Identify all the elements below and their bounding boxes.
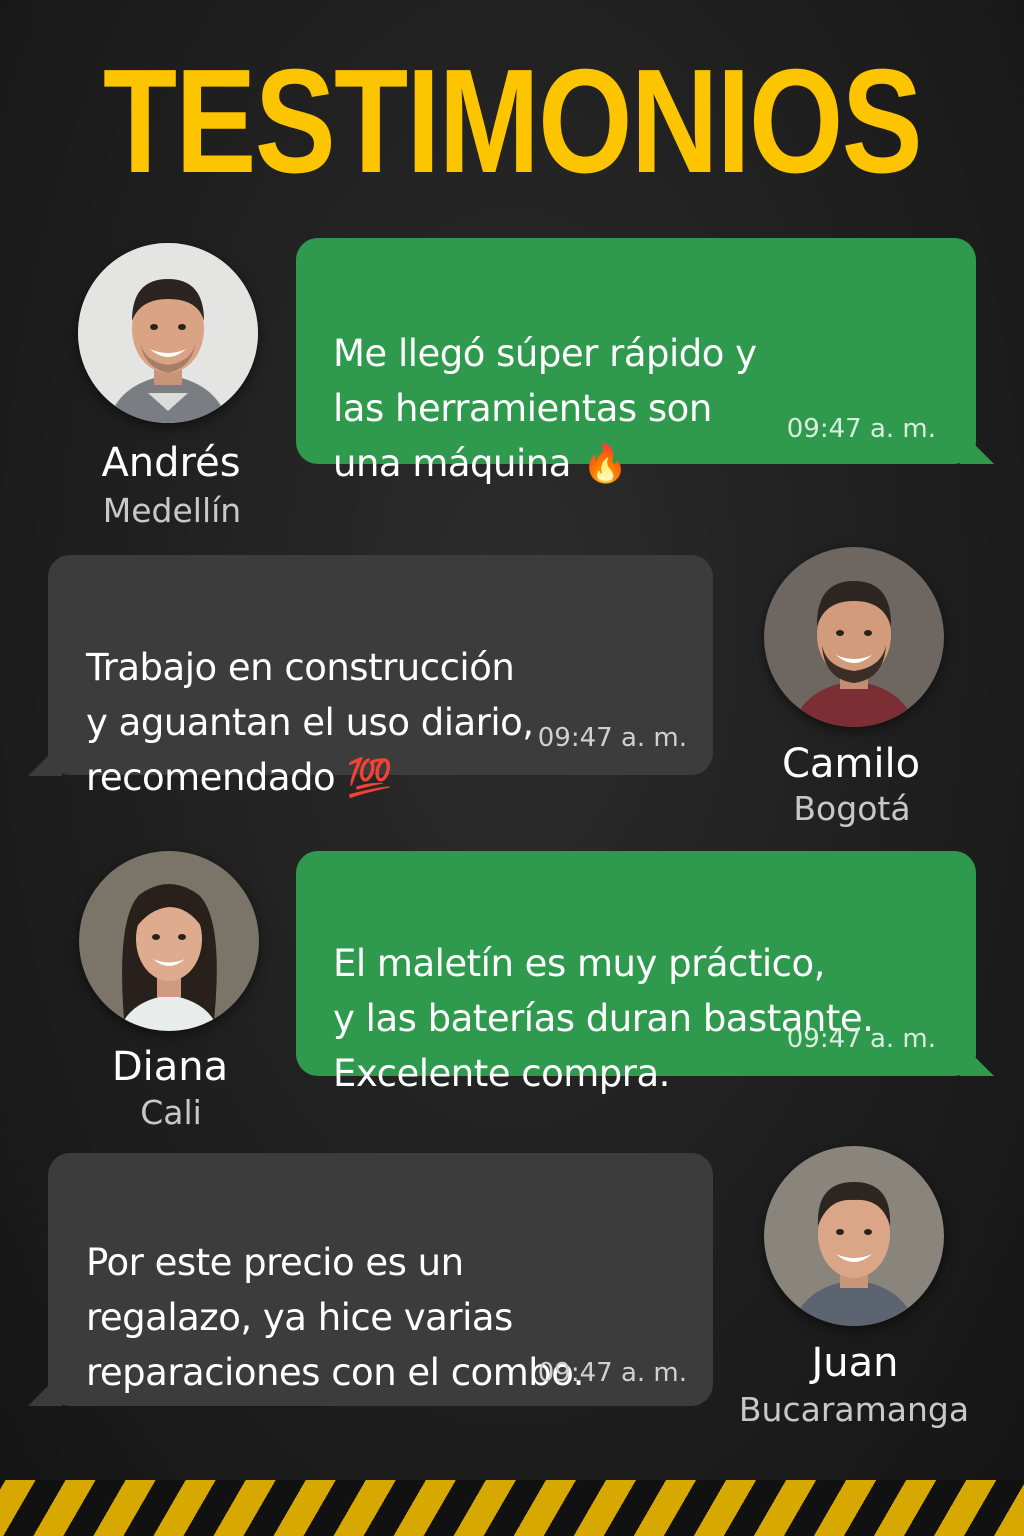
message-time: 09:47 a. m. [537,723,687,753]
testimonial-name: Andrés [101,440,241,486]
hazard-stripes [0,1480,1024,1536]
message-time: 09:47 a. m. [786,1024,936,1054]
man-avatar-icon [764,1146,944,1326]
testimonial-city: Bogotá [793,789,911,828]
testimonial-city: Bucaramanga [738,1390,970,1429]
message-text: Me llegó súper rápido y las herramientas… [333,332,757,485]
message-bubble: Trabajo en construcción y aguantan el us… [48,555,713,799]
message-bubble: Por este precio es un regalazo, ya hice … [48,1153,713,1406]
woman-avatar-icon [79,851,259,1031]
message-text: El maletín es muy práctico, y las baterí… [333,942,874,1095]
man-avatar-icon [764,547,944,727]
testimonial-name: Diana [111,1044,229,1090]
page-title: TESTIMONIOS [102,39,923,204]
testimonial-city: Cali [140,1093,202,1132]
man-avatar-icon [78,243,258,423]
message-bubble: El maletín es muy práctico, y las baterí… [296,851,976,1095]
testimonial-city: Medellín [102,491,242,530]
testimonial-name: Camilo [781,741,921,787]
message-time: 09:47 a. m. [786,414,936,444]
message-bubble: Me llegó súper rápido y las herramientas… [296,238,976,485]
testimonial-name: Juan [811,1340,899,1386]
message-time: 09:47 a. m. [537,1358,687,1388]
